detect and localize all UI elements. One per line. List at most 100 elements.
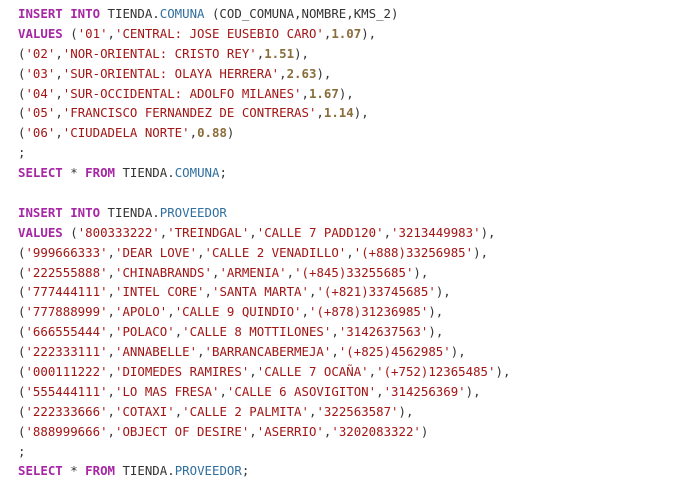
code-text: , bbox=[301, 85, 309, 101]
sql-string-literal: 'APOLO' bbox=[115, 304, 168, 320]
sql-string-literal: 'DEAR LOVE' bbox=[115, 244, 198, 260]
code-text: , bbox=[55, 65, 63, 81]
sql-number-literal: 1.51 bbox=[264, 45, 295, 61]
code-text: , bbox=[301, 304, 309, 320]
sql-string-literal: '(+878)31236985' bbox=[308, 304, 429, 320]
sql-string-literal: '05' bbox=[25, 105, 56, 121]
code-line: ('222333111','ANNABELLE','BARRANCABERMEJ… bbox=[18, 342, 510, 362]
sql-string-literal: '000111222' bbox=[25, 364, 108, 380]
code-line: ('555444111','LO MAS FRESA','CALLE 6 ASO… bbox=[18, 382, 510, 402]
sql-string-literal: '(+888)33256985' bbox=[353, 244, 474, 260]
code-text: TIENDA. bbox=[115, 463, 175, 479]
code-text: ), bbox=[413, 264, 429, 280]
code-text: , bbox=[107, 423, 115, 439]
code-text: ), bbox=[428, 304, 444, 320]
sql-keyword: VALUES bbox=[18, 25, 63, 41]
code-text: , bbox=[249, 364, 257, 380]
sql-string-literal: '222555888' bbox=[25, 264, 108, 280]
code-text: , bbox=[107, 304, 115, 320]
sql-string-literal: '(+821)33745685' bbox=[316, 284, 436, 300]
code-line: VALUES ('800333222','TREINDGAL','CALLE 7… bbox=[18, 223, 510, 243]
code-text: TIENDA. bbox=[100, 204, 160, 220]
code-text: , bbox=[197, 244, 205, 260]
code-line: ('666555444','POLACO','CALLE 8 MOTTILONE… bbox=[18, 322, 510, 342]
sql-table-name: COMUNA bbox=[174, 165, 220, 181]
sql-string-literal: 'ANNABELLE' bbox=[115, 344, 198, 360]
code-text: , bbox=[107, 264, 115, 280]
code-text: , bbox=[107, 284, 115, 300]
code-text: , bbox=[55, 105, 63, 121]
sql-string-literal: '(+825)4562985' bbox=[338, 344, 451, 360]
code-text: ), bbox=[428, 324, 444, 340]
sql-number-literal: 1.07 bbox=[331, 25, 362, 41]
sql-number-literal: 0.88 bbox=[197, 125, 227, 141]
sql-string-literal: 'OBJECT OF DESIRE' bbox=[115, 423, 250, 439]
code-text: , bbox=[249, 423, 257, 439]
code-text: ), bbox=[480, 224, 496, 240]
sql-keyword: VALUES bbox=[18, 224, 63, 240]
sql-number-literal: 1.67 bbox=[308, 85, 339, 101]
code-line: ('06','CIUDADELA NORTE',0.88) bbox=[18, 123, 510, 143]
sql-string-literal: '(+752)12365485' bbox=[376, 364, 496, 380]
sql-string-literal: '555444111' bbox=[25, 383, 108, 399]
code-text: , bbox=[55, 45, 63, 61]
code-line: ; bbox=[18, 143, 510, 163]
sql-string-literal: '800333222' bbox=[77, 224, 160, 240]
sql-string-literal: '322563587' bbox=[316, 403, 399, 419]
code-text: , bbox=[279, 65, 287, 81]
code-text: , bbox=[189, 125, 198, 141]
code-line: ('777888999','APOLO','CALLE 9 QUINDIO','… bbox=[18, 302, 510, 322]
code-text: ( bbox=[62, 224, 78, 240]
code-text: ; bbox=[241, 463, 250, 479]
code-text: ), bbox=[316, 65, 332, 81]
sql-keyword: SELECT bbox=[18, 463, 63, 479]
sql-string-literal: 'CALLE 6 ASOVIGITON' bbox=[226, 383, 377, 399]
sql-string-literal: 'INTEL CORE' bbox=[115, 284, 205, 300]
sql-string-literal: '666555444' bbox=[25, 324, 108, 340]
code-text: , bbox=[197, 344, 205, 360]
code-line: ('03','SUR-ORIENTAL: OLAYA HERRERA',2.63… bbox=[18, 64, 510, 84]
code-line: ; bbox=[18, 442, 510, 462]
code-text: ), bbox=[450, 344, 466, 360]
code-text: , bbox=[107, 383, 115, 399]
sql-string-literal: '04' bbox=[25, 85, 56, 101]
sql-string-literal: 'SUR-OCCIDENTAL: ADOLFO MILANES' bbox=[62, 85, 302, 101]
code-line: ('000111222','DIOMEDES RAMIRES','CALLE 7… bbox=[18, 362, 510, 382]
code-text: , bbox=[107, 364, 115, 380]
sql-string-literal: 'SUR-ORIENTAL: OLAYA HERRERA' bbox=[62, 65, 280, 81]
sql-string-literal: 'LO MAS FRESA' bbox=[115, 383, 220, 399]
code-text: , bbox=[107, 403, 115, 419]
sql-keyword: FROM bbox=[85, 165, 115, 181]
sql-string-literal: '314256369' bbox=[383, 383, 466, 399]
sql-string-literal: 'CALLE 2 PALMITA' bbox=[182, 403, 309, 419]
code-text: , bbox=[286, 264, 295, 280]
sql-string-literal: '03' bbox=[25, 65, 56, 81]
sql-code-block: INSERT INTO TIENDA.COMUNA (COD_COMUNA,NO… bbox=[18, 4, 510, 481]
code-line: SELECT * FROM TIENDA.PROVEEDOR; bbox=[18, 461, 510, 481]
sql-string-literal: 'ARMENIA' bbox=[219, 264, 287, 280]
sql-string-literal: '(+845)33255685' bbox=[294, 264, 414, 280]
code-text: ) bbox=[226, 125, 235, 141]
sql-string-literal: '222333111' bbox=[25, 344, 108, 360]
sql-string-literal: 'DIOMEDES RAMIRES' bbox=[115, 364, 250, 380]
code-line: ('05','FRANCISCO FERNANDEZ DE CONTRERAS'… bbox=[18, 103, 510, 123]
code-text: , bbox=[331, 324, 339, 340]
sql-keyword: INSERT INTO bbox=[18, 204, 101, 220]
code-text: , bbox=[107, 244, 115, 260]
sql-string-literal: 'TREINDGAL' bbox=[167, 224, 250, 240]
code-text: , bbox=[219, 383, 227, 399]
sql-string-literal: 'NOR-ORIENTAL: CRISTO REY' bbox=[62, 45, 257, 61]
code-text: ), bbox=[338, 85, 354, 101]
sql-string-literal: '777444111' bbox=[25, 284, 108, 300]
sql-table-name: PROVEEDOR bbox=[159, 204, 227, 220]
sql-string-literal: 'CALLE 7 OCAÑA' bbox=[256, 364, 369, 380]
sql-table-name: PROVEEDOR bbox=[174, 463, 242, 479]
code-text: * bbox=[62, 165, 86, 181]
sql-keyword: INSERT INTO bbox=[18, 6, 101, 21]
sql-string-literal: 'FRANCISCO FERNANDEZ DE CONTRERAS' bbox=[62, 105, 317, 121]
code-text: ), bbox=[398, 403, 414, 419]
code-text: ), bbox=[435, 284, 451, 300]
code-text: , bbox=[346, 244, 354, 260]
sql-string-literal: '888999666' bbox=[25, 423, 108, 439]
